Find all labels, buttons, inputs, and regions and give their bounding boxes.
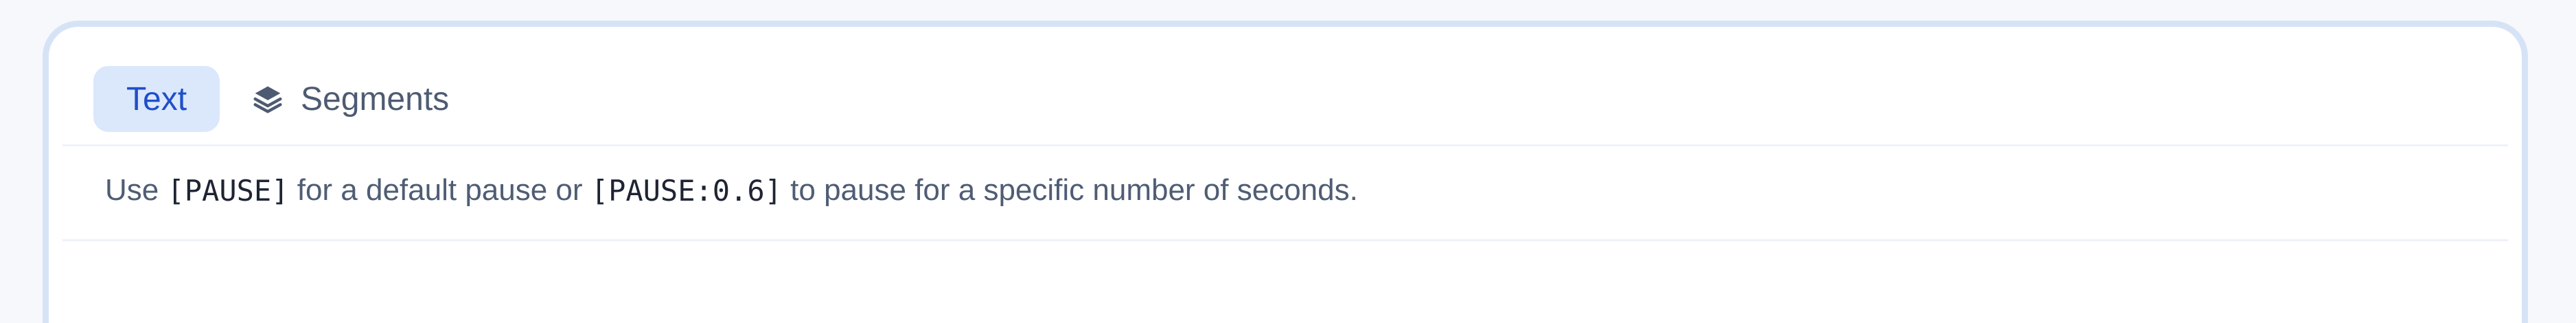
- hint-suffix: to pause for a specific number of second…: [781, 173, 1358, 207]
- layers-icon: [253, 84, 283, 114]
- editor-panel: Text Segments Use [PAUSE] for a default …: [43, 21, 2528, 323]
- pause-hint: Use [PAUSE] for a default pause or [PAUS…: [105, 170, 1358, 211]
- tabs-divider: [62, 144, 2508, 146]
- hint-divider: [62, 239, 2508, 241]
- tab-segments-label: Segments: [301, 80, 450, 118]
- tab-segments[interactable]: Segments: [239, 66, 463, 132]
- pause-token: [PAUSE]: [167, 173, 289, 208]
- pause-seconds-token: [PAUSE:0.6]: [590, 173, 782, 208]
- tab-text-label: Text: [126, 80, 187, 118]
- hint-middle: for a default pause or: [288, 173, 591, 207]
- mode-tabs: Text Segments: [93, 66, 463, 132]
- hint-prefix: Use: [105, 173, 168, 207]
- tab-text[interactable]: Text: [93, 66, 220, 132]
